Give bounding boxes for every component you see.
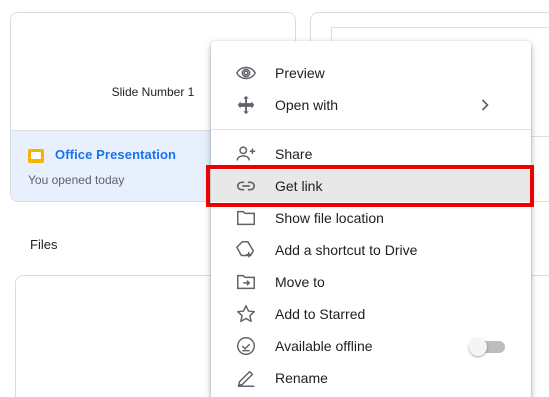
move-icon (235, 94, 257, 116)
menu-item-label: Show file location (275, 210, 384, 226)
file-meta: You opened today (28, 173, 125, 187)
eye-icon (235, 62, 257, 84)
menu-item-label: Available offline (275, 338, 373, 354)
menu-item-label: Rename (275, 370, 328, 386)
menu-item-label: Get link (275, 178, 323, 194)
drive-shortcut-icon (235, 239, 257, 261)
chevron-right-icon (475, 95, 495, 115)
menu-divider (211, 129, 531, 130)
menu-item-label: Add to Starred (275, 306, 366, 322)
menu-item-open-with[interactable]: Open with (211, 89, 531, 121)
offline-toggle[interactable] (469, 338, 505, 356)
menu-item-label: Share (275, 146, 313, 162)
files-section-heading: Files (30, 237, 58, 252)
menu-item-label: Preview (275, 65, 325, 81)
menu-item-available-offline[interactable]: Available offline (211, 330, 531, 362)
pencil-icon (235, 367, 257, 389)
link-icon (235, 175, 257, 197)
menu-item-preview[interactable]: Preview (211, 57, 531, 89)
menu-item-share[interactable]: Share (211, 138, 531, 170)
menu-item-label: Move to (275, 274, 325, 290)
offline-check-icon (235, 335, 257, 357)
menu-item-label: Add a shortcut to Drive (275, 242, 418, 258)
star-icon (235, 303, 257, 325)
menu-item-show-file-location[interactable]: Show file location (211, 202, 531, 234)
file-name: Office Presentation (55, 147, 177, 162)
menu-item-add-shortcut[interactable]: Add a shortcut to Drive (211, 234, 531, 266)
menu-item-move-to[interactable]: Move to (211, 266, 531, 298)
menu-item-label: Open with (275, 97, 339, 113)
folder-icon (235, 207, 257, 229)
move-to-folder-icon (235, 271, 257, 293)
menu-item-add-to-starred[interactable]: Add to Starred (211, 298, 531, 330)
toggle-knob (469, 338, 487, 356)
slides-icon (28, 149, 44, 163)
menu-item-rename[interactable]: Rename (211, 362, 531, 394)
context-menu: Preview Open with Share Get link Show fi… (211, 41, 531, 397)
menu-item-get-link[interactable]: Get link (211, 170, 531, 202)
person-add-icon (235, 143, 257, 165)
